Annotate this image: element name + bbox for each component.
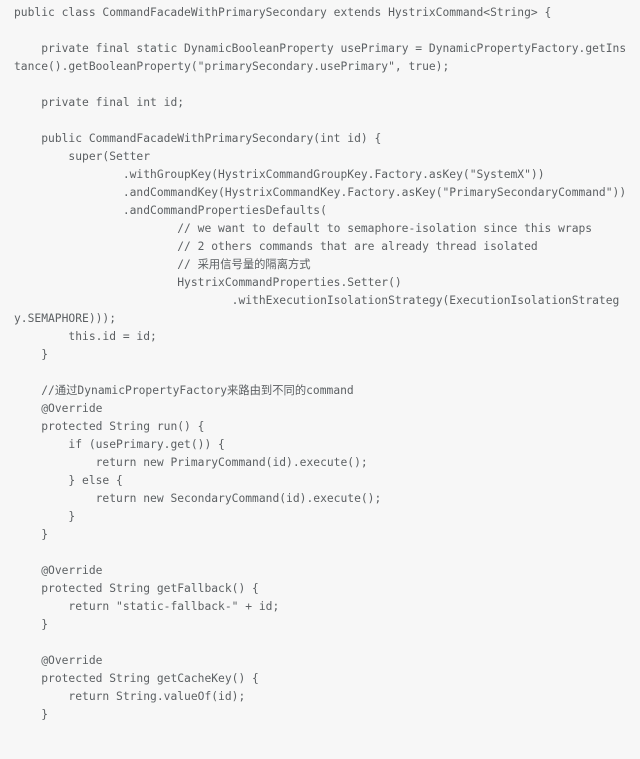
code-snippet-container: public class CommandFacadeWithPrimarySec… xyxy=(0,0,640,759)
source-code-text: public class CommandFacadeWithPrimarySec… xyxy=(14,6,627,721)
